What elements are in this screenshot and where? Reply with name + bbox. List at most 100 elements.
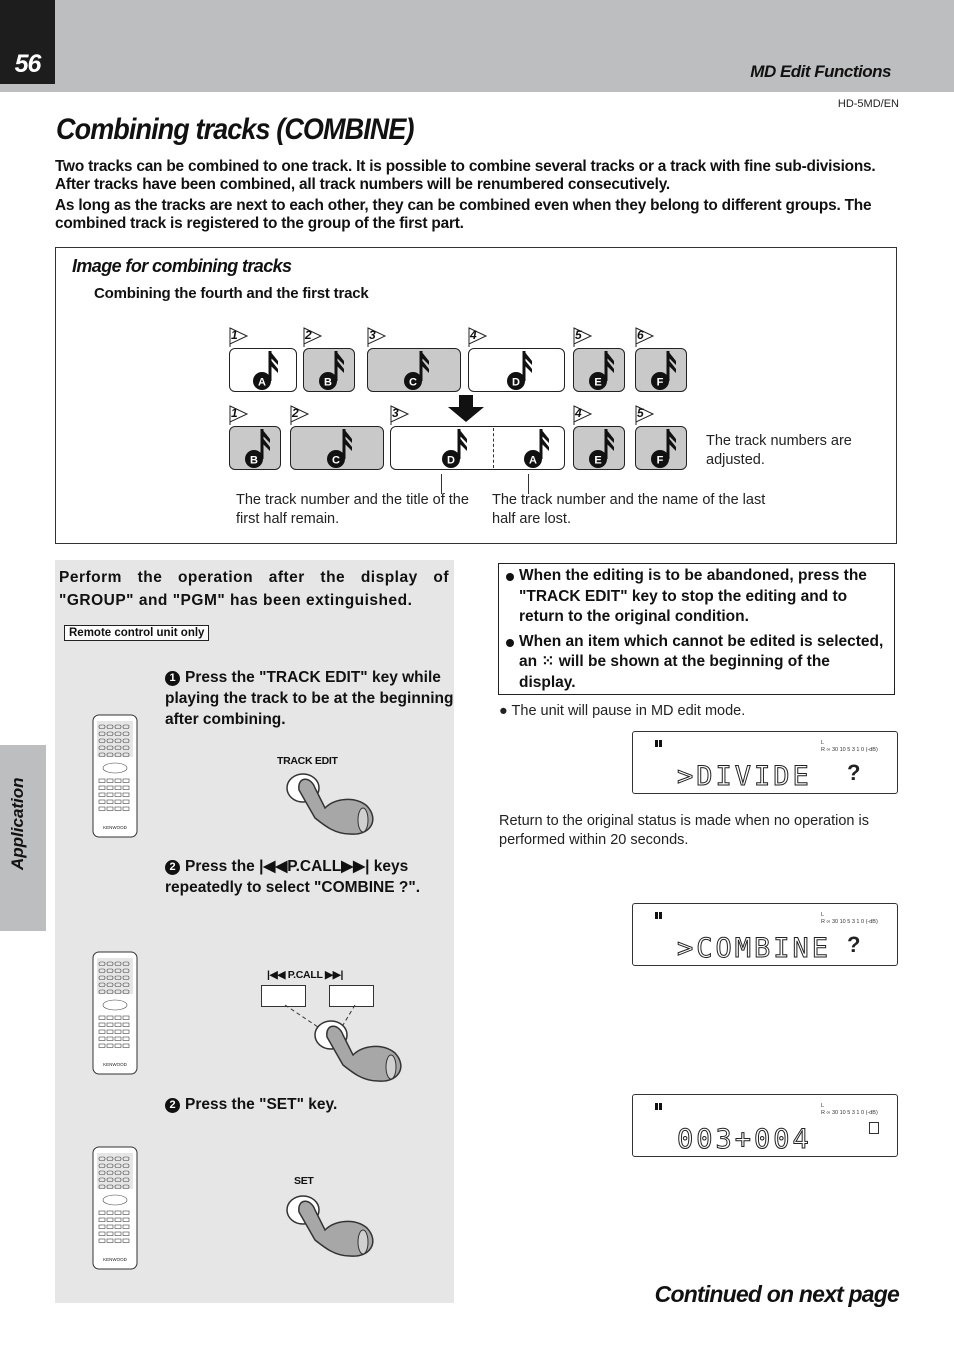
track-block: F bbox=[635, 348, 687, 392]
track-block: E bbox=[573, 348, 625, 392]
intro-paragraph: As long as the tracks are next to each o… bbox=[55, 197, 872, 232]
side-tab-label: Application bbox=[8, 777, 27, 870]
model-code: HD-5MD/EN bbox=[837, 98, 899, 110]
track-block: DA bbox=[390, 426, 565, 470]
image-box-title: Image for combining tracks bbox=[72, 256, 292, 276]
track-block: F bbox=[635, 426, 687, 470]
pause-icon bbox=[655, 912, 662, 919]
music-note-icon: E bbox=[580, 425, 620, 468]
track-marker-flag: 3 bbox=[367, 327, 387, 347]
lcd-display-tracks: LR ∞ 30 10 5 3 1 0 (-dB) 003+004 bbox=[632, 1094, 898, 1157]
page-title: Combining tracks (COMBINE) bbox=[56, 113, 415, 146]
svg-text:B: B bbox=[324, 377, 332, 389]
procedure-panel: Perform the operation after the display … bbox=[55, 560, 454, 1303]
pressing-hand-icon bbox=[313, 1015, 408, 1090]
side-tab: Application bbox=[0, 745, 46, 931]
music-note-icon: D bbox=[498, 347, 538, 390]
track-marker-flag: 4 bbox=[573, 405, 593, 425]
track-marker-flag: 4 bbox=[468, 327, 488, 347]
track-marker-flag: 1 bbox=[229, 405, 249, 425]
meter-scale: ∞ 30 10 5 3 1 0 (-dB) bbox=[826, 919, 878, 925]
blinking-question: ? bbox=[847, 932, 861, 957]
remote-only-label: Remote control unit only bbox=[64, 625, 210, 641]
step-number: 2 bbox=[165, 1098, 180, 1113]
pause-icon bbox=[655, 1103, 662, 1110]
pcall-key-label: |◀◀ P.CALL ▶▶| bbox=[267, 969, 344, 981]
down-arrow-icon bbox=[448, 395, 484, 422]
music-note-icon: B bbox=[236, 425, 276, 468]
svg-text:KENWOOD: KENWOOD bbox=[103, 825, 128, 830]
lcd-text: >DIVIDE bbox=[677, 761, 812, 793]
step-text: Press the "SET" key. bbox=[185, 1096, 338, 1113]
pause-note-text: The unit will pause in MD edit mode. bbox=[511, 703, 746, 719]
note-cannot-edit: When an item which cannot be edited is s… bbox=[505, 632, 886, 694]
set-key-label: SET bbox=[294, 1175, 314, 1187]
step-number: 1 bbox=[165, 671, 180, 686]
split-divider bbox=[493, 428, 494, 468]
caption-first-half: The track number and the title of the fi… bbox=[236, 492, 469, 527]
track-block: D bbox=[468, 348, 565, 392]
track-marker-flag: 1 bbox=[229, 327, 249, 347]
svg-text:D: D bbox=[512, 377, 520, 389]
track-edit-key-label: TRACK EDIT bbox=[277, 755, 338, 767]
svg-text:F: F bbox=[657, 455, 664, 467]
track-block: C bbox=[367, 348, 461, 392]
svg-text:KENWOOD: KENWOOD bbox=[103, 1062, 128, 1067]
md-indicator-icon bbox=[869, 1122, 879, 1134]
meter-scale: ∞ 30 10 5 3 1 0 (-dB) bbox=[826, 747, 878, 753]
music-note-icon: F bbox=[642, 347, 682, 390]
lcd-text: 003+004 bbox=[677, 1124, 812, 1156]
svg-text:A: A bbox=[258, 377, 266, 389]
track-marker-flag: 5 bbox=[573, 327, 593, 347]
step-3: 2 Press the "SET" key. bbox=[165, 1094, 455, 1115]
track-marker-flag: 2 bbox=[290, 405, 310, 425]
remote-control-image: KENWOOD bbox=[91, 950, 141, 1083]
intro-text: Two tracks can be combined to one track.… bbox=[55, 158, 907, 236]
music-note-icon: F bbox=[642, 425, 682, 468]
image-box-subtitle: Combining the fourth and the first track bbox=[94, 285, 369, 302]
level-meter: LR ∞ 30 10 5 3 1 0 (-dB) bbox=[821, 912, 878, 925]
svg-text:A: A bbox=[529, 455, 537, 467]
caption-adjusted: The track numbers are adjusted. bbox=[706, 433, 852, 468]
timeout-note: Return to the original status is made wh… bbox=[499, 813, 869, 848]
step-text: Press the "TRACK EDIT" key while playing… bbox=[165, 669, 454, 728]
lcd-text: >COMBINE bbox=[676, 933, 832, 965]
level-meter: LR ∞ 30 10 5 3 1 0 (-dB) bbox=[821, 740, 878, 753]
pressing-hand-icon bbox=[285, 768, 380, 843]
music-note-icon: A bbox=[515, 425, 555, 468]
pause-icon bbox=[655, 740, 662, 747]
procedure-heading: Perform the operation after the display … bbox=[59, 569, 449, 609]
track-marker-flag: 5 bbox=[635, 405, 655, 425]
section-title: MD Edit Functions bbox=[750, 62, 891, 81]
music-note-icon: E bbox=[580, 347, 620, 390]
svg-text:F: F bbox=[657, 377, 664, 389]
caption-last-half: The track number and the name of the las… bbox=[492, 492, 766, 527]
track-block: C bbox=[290, 426, 384, 470]
step-2: 2 Press the |◀◀P.CALL▶▶| keys repeatedly … bbox=[165, 856, 455, 898]
track-block: E bbox=[573, 426, 625, 470]
notes-box: When the editing is to be abandoned, pre… bbox=[498, 563, 895, 695]
music-note-icon: D bbox=[433, 425, 473, 468]
remote-control-image: KENWOOD bbox=[91, 713, 141, 846]
step-1: 1 Press the "TRACK EDIT" key while playin… bbox=[165, 667, 455, 730]
track-block: A bbox=[229, 348, 297, 392]
track-block: B bbox=[303, 348, 355, 392]
music-note-icon: B bbox=[310, 347, 350, 390]
combine-image-box: Image for combining tracks Combining the… bbox=[55, 247, 897, 544]
pause-note: ● The unit will pause in MD edit mode. bbox=[499, 703, 746, 719]
blinking-question: ? bbox=[847, 760, 861, 785]
step-text: Press the |◀◀P.CALL▶▶| keys repeatedly t… bbox=[165, 858, 421, 896]
svg-text:KENWOOD: KENWOOD bbox=[103, 1257, 128, 1262]
lcd-display-combine: LR ∞ 30 10 5 3 1 0 (-dB) >COMBINE ? bbox=[632, 903, 898, 966]
music-note-icon: A bbox=[244, 347, 284, 390]
track-block: B bbox=[229, 426, 281, 470]
step-number: 2 bbox=[165, 860, 180, 875]
svg-text:B: B bbox=[250, 455, 258, 467]
music-note-icon: C bbox=[395, 347, 435, 390]
track-marker-flag: 3 bbox=[390, 405, 410, 425]
track-marker-flag: 2 bbox=[303, 327, 323, 347]
track-marker-flag: 6 bbox=[635, 327, 655, 347]
svg-text:C: C bbox=[409, 377, 417, 389]
meter-scale: ∞ 30 10 5 3 1 0 (-dB) bbox=[826, 1110, 878, 1116]
svg-text:D: D bbox=[447, 455, 455, 467]
